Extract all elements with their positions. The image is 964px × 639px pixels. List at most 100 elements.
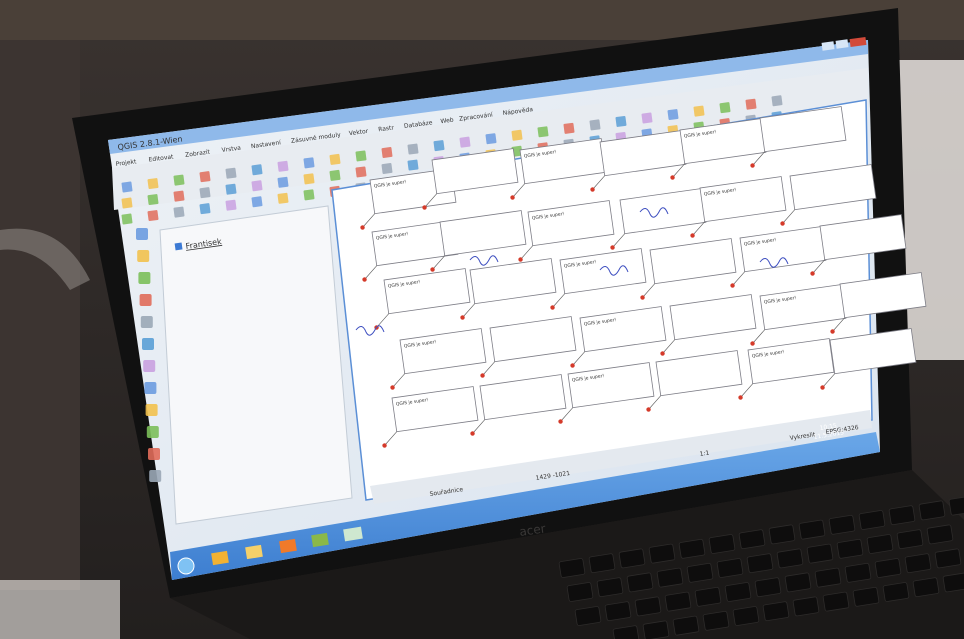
toolbar-tool-icon[interactable] (433, 140, 445, 152)
keyboard-key (618, 548, 646, 569)
toolbar-tool-icon[interactable] (251, 196, 263, 208)
keyboard-key (604, 601, 632, 622)
toolbar-tool-icon[interactable] (563, 122, 575, 134)
left-tool-icon[interactable] (143, 360, 156, 372)
toolbar-tool-icon[interactable] (251, 180, 263, 192)
left-tool-icon[interactable] (142, 338, 154, 350)
left-tool-icon[interactable] (136, 228, 148, 240)
toolbar-tool-icon[interactable] (615, 115, 627, 127)
left-tool-icon[interactable] (139, 294, 152, 306)
toolbar-tool-icon[interactable] (511, 129, 523, 141)
keyboard-key (836, 538, 864, 559)
keyboard-key (634, 596, 662, 617)
keyboard-key (866, 534, 894, 554)
toolbar-tool-icon[interactable] (173, 190, 185, 202)
toolbar-tool-icon[interactable] (147, 194, 159, 206)
qgis-taskbar-icon[interactable] (311, 532, 329, 548)
status-scale: 1:1 (699, 450, 710, 458)
keyboard-key (806, 543, 834, 564)
keyboard-key (626, 572, 654, 593)
toolbar-tool-icon[interactable] (173, 174, 185, 186)
toolbar-tool-icon[interactable] (277, 176, 289, 188)
toolbar-tool-icon[interactable] (173, 206, 185, 218)
keyboard-key (828, 514, 856, 535)
toolbar-tool-icon[interactable] (121, 197, 133, 209)
left-tool-icon[interactable] (140, 316, 153, 328)
toolbar-tool-icon[interactable] (407, 143, 419, 155)
keyboard-key (858, 510, 886, 530)
scene: QGIS 2.8.1-Wien Projekt Editovat Zobrazit V… (0, 0, 964, 639)
toolbar-tool-icon[interactable] (225, 183, 237, 195)
keyboard-key (588, 553, 616, 574)
chrome-icon[interactable] (211, 550, 229, 566)
toolbar-tool-icon[interactable] (277, 192, 289, 204)
toolbar-tool-icon[interactable] (381, 147, 393, 158)
toolbar-tool-icon[interactable] (719, 102, 731, 114)
toolbar-tool-icon[interactable] (121, 213, 133, 225)
keyboard-key (716, 558, 744, 578)
keyboard-key (574, 606, 602, 626)
toolbar-tool-icon[interactable] (459, 136, 471, 148)
toolbar-tool-icon[interactable] (199, 203, 211, 215)
toolbar-tool-icon[interactable] (303, 157, 315, 169)
toolbar-tool-icon[interactable] (329, 169, 341, 181)
toolbar-tool-icon[interactable] (771, 95, 783, 107)
keyboard-key (874, 558, 902, 578)
keyboard-key (642, 620, 670, 639)
minimize-button[interactable] (821, 41, 835, 51)
keyboard-key (882, 582, 910, 602)
left-tool-icon[interactable] (144, 382, 157, 394)
toolbar-tool-icon[interactable] (407, 159, 419, 171)
left-tool-icon[interactable] (149, 470, 162, 482)
toolbar-tool-icon[interactable] (355, 166, 367, 178)
keyboard-key (912, 577, 940, 598)
keyboard-key (702, 610, 730, 631)
toolbar-tool-icon[interactable] (355, 150, 367, 162)
toolbar-tool-icon[interactable] (589, 119, 601, 131)
keyboard-key (596, 577, 624, 598)
maximize-button[interactable] (835, 39, 849, 49)
keyboard-key (566, 582, 594, 602)
keyboard-key (852, 586, 880, 607)
toolbar-tool-icon[interactable] (225, 167, 237, 179)
toolbar-tool-icon[interactable] (225, 199, 237, 211)
keyboard-key (792, 596, 820, 617)
toolbar-tool-icon[interactable] (199, 187, 211, 199)
keyboard-key (934, 548, 962, 569)
toolbar-tool-icon[interactable] (277, 160, 289, 172)
keyboard-key (942, 572, 964, 593)
keyboard-key (814, 567, 842, 588)
toolbar-tool-icon[interactable] (667, 109, 679, 121)
toolbar-tool-icon[interactable] (303, 173, 315, 185)
toolbar-tool-icon[interactable] (693, 105, 705, 117)
keyboard-key (896, 529, 924, 550)
explorer-icon[interactable] (245, 544, 263, 560)
keyboard-key (822, 591, 850, 612)
media-icon[interactable] (279, 538, 297, 554)
left-tool-icon[interactable] (146, 426, 159, 438)
toolbar-tool-icon[interactable] (251, 164, 263, 176)
left-tool-icon[interactable] (148, 448, 160, 460)
left-tool-icon[interactable] (145, 404, 158, 416)
toolbar-tool-icon[interactable] (147, 210, 159, 222)
keyboard-key (732, 606, 760, 626)
toolbar-tool-icon[interactable] (199, 171, 211, 183)
toolbar-tool-icon[interactable] (381, 163, 393, 174)
toolbar-tool-icon[interactable] (537, 126, 549, 138)
toolbar-tool-icon[interactable] (303, 189, 315, 201)
toolbar-tool-icon[interactable] (485, 133, 497, 145)
keyboard-key (798, 519, 826, 540)
start-button[interactable] (177, 557, 195, 575)
layer-icon (174, 242, 183, 251)
keyboard-key (784, 572, 812, 593)
toolbar-tool-icon[interactable] (147, 178, 159, 190)
layers-panel (159, 205, 353, 525)
left-tool-icon[interactable] (137, 250, 150, 262)
keyboard-key (558, 558, 586, 578)
toolbar-tool-icon[interactable] (745, 98, 757, 110)
toolbar-tool-icon[interactable] (329, 153, 341, 165)
left-tool-icon[interactable] (138, 272, 151, 284)
toolbar-tool-icon[interactable] (121, 181, 133, 193)
keyboard-key (686, 562, 714, 583)
toolbar-tool-icon[interactable] (641, 112, 653, 124)
